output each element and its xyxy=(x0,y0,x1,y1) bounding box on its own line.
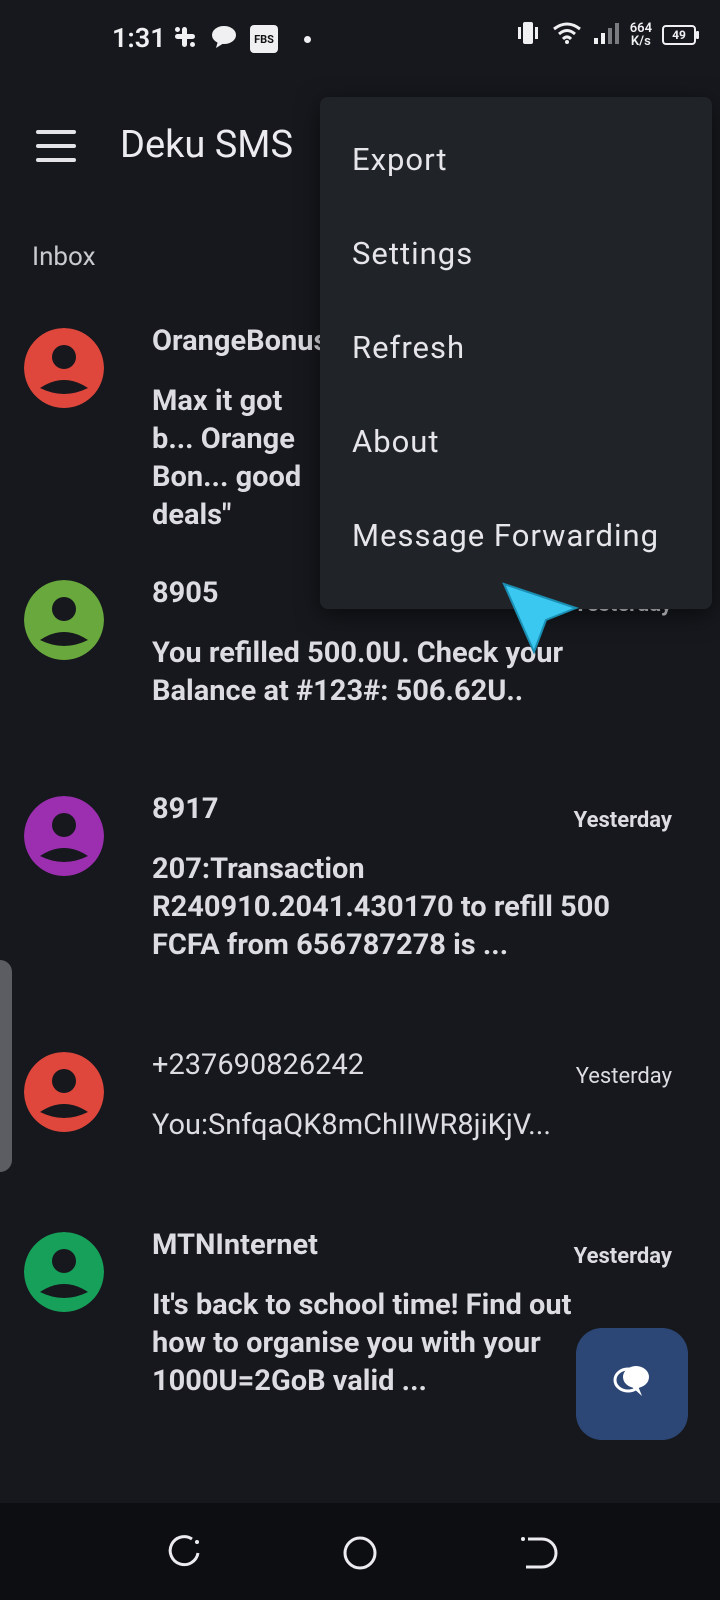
status-notification-icons: FBS xyxy=(172,24,311,54)
menu-item-message-forwarding[interactable]: Message Forwarding xyxy=(352,517,659,554)
conversation-preview: It's back to school time! Find out how t… xyxy=(152,1288,572,1398)
contact-avatar-icon xyxy=(24,1232,104,1312)
back-icon[interactable] xyxy=(514,1531,558,1575)
conversation-time: Yesterday xyxy=(573,808,672,833)
conversation-time: Yesterday xyxy=(573,1244,672,1269)
new-conversation-button[interactable] xyxy=(576,1328,688,1440)
app-title: Deku SMS xyxy=(120,123,294,167)
inbox-section-label: Inbox xyxy=(32,242,96,272)
signal-icon xyxy=(592,21,620,49)
conversation-time: Yesterday xyxy=(575,1064,672,1089)
conversation-sender: MTNInternet xyxy=(152,1228,318,1262)
slack-icon xyxy=(172,24,198,54)
menu-item-about[interactable]: About xyxy=(352,423,440,460)
conversation-preview: Max it got b... Orange Bon... good deals… xyxy=(152,384,302,532)
more-notifications-dot-icon xyxy=(304,35,311,43)
pointer-cursor-icon xyxy=(500,580,586,660)
wifi-icon xyxy=(552,21,582,49)
contact-avatar-icon xyxy=(24,580,104,660)
home-icon[interactable] xyxy=(338,1531,382,1575)
status-system-icons: 664 K/s 49 xyxy=(514,20,699,50)
new-conversation-icon xyxy=(608,1360,656,1408)
conversation-sender: 8905 xyxy=(152,576,219,610)
conversation-preview: 207:Transaction R240910.2041.430170 to r… xyxy=(152,852,610,962)
conversation-row[interactable]: +237690826242 Yesterday You:SnfqaQK8mChI… xyxy=(0,1048,720,1168)
conversation-sender: OrangeBonus xyxy=(152,324,329,358)
battery-icon: 49 xyxy=(662,25,699,45)
conversation-sender: 8917 xyxy=(152,792,219,826)
conversation-row[interactable]: 8917 Yesterday 207:Transaction R240910.2… xyxy=(0,792,720,992)
contact-avatar-icon xyxy=(24,796,104,876)
system-navigation-bar xyxy=(0,1503,720,1600)
menu-item-settings[interactable]: Settings xyxy=(352,235,473,272)
contact-avatar-icon xyxy=(24,1052,104,1132)
overflow-menu: Export Settings Refresh About Message Fo… xyxy=(320,97,712,609)
hamburger-menu-icon[interactable] xyxy=(36,130,76,162)
contact-avatar-icon xyxy=(24,328,104,408)
edge-panel-handle[interactable] xyxy=(0,960,12,1172)
menu-item-refresh[interactable]: Refresh xyxy=(352,329,465,366)
vibrate-icon xyxy=(514,20,542,50)
menu-item-export[interactable]: Export xyxy=(352,141,448,178)
status-bar: 1:31 FBS 664 K/s 49 xyxy=(0,0,720,80)
network-speed: 664 K/s xyxy=(629,21,652,49)
recents-icon[interactable] xyxy=(162,1531,206,1575)
conversation-preview: You:SnfqaQK8mChIIWR8jiKjV... xyxy=(152,1108,552,1142)
fbs-app-icon: FBS xyxy=(250,25,278,53)
status-time: 1:31 xyxy=(112,22,166,54)
conversation-sender: +237690826242 xyxy=(152,1048,365,1082)
chat-bubble-icon xyxy=(210,24,238,54)
